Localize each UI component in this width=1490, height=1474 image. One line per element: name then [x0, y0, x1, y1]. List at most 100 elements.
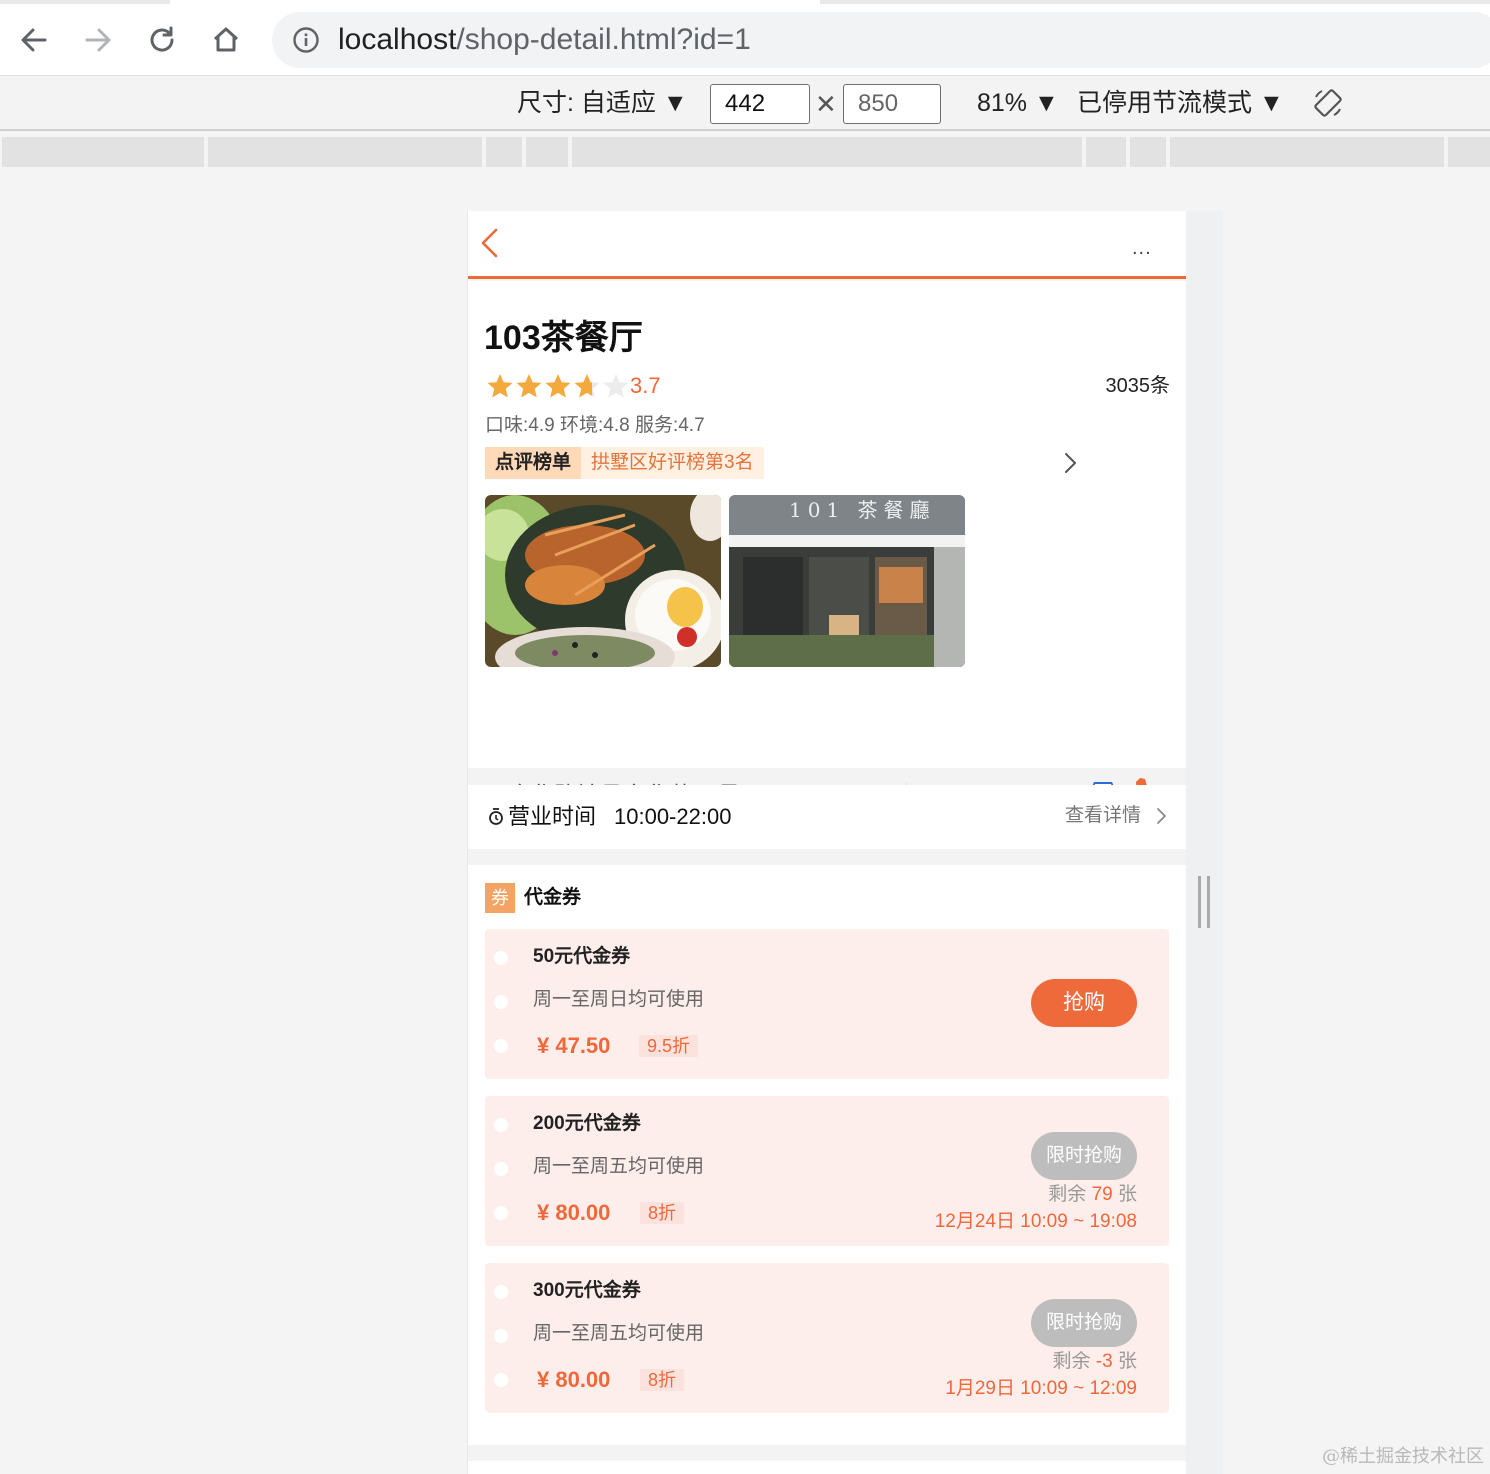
device-viewport: ... 103茶餐厅 3.7 3035条 口味:4.9 环境:4.8 服务:4.… — [467, 211, 1186, 1474]
voucher-stock: 剩余 -3 张 — [1053, 1349, 1138, 1375]
active-tab[interactable] — [170, 0, 820, 4]
star-icon — [603, 374, 629, 398]
chevron-right-icon[interactable] — [1061, 451, 1079, 475]
voucher-notch — [494, 1329, 508, 1343]
voucher-notch — [494, 951, 508, 965]
ranking-badge: 点评榜单 — [485, 447, 582, 479]
watermark: @稀土掘金技术社区 — [1322, 1446, 1484, 1467]
device-width-input[interactable]: 442 — [710, 84, 810, 124]
info-icon[interactable] — [292, 26, 320, 54]
home-icon — [213, 27, 239, 52]
url-path: /shop-detail.html?id=1 — [456, 23, 751, 56]
voucher-usage-days: 周一至周五均可使用 — [533, 1323, 705, 1344]
reload-button[interactable] — [142, 18, 182, 62]
voucher-name: 300元代金券 — [533, 1280, 641, 1301]
voucher-notch — [494, 995, 508, 1009]
star-icon — [574, 374, 600, 398]
voucher-section: 券 代金券 50元代金券 周一至周日均可使用 ¥ 47.50 9.5折 抢购 2… — [468, 865, 1186, 1445]
home-button[interactable] — [206, 18, 246, 62]
ruler-segment[interactable] — [2, 137, 204, 167]
ruler-segment[interactable] — [572, 137, 1082, 167]
storefront-photo[interactable]: 101 茶餐廳 — [729, 495, 965, 667]
chevron-right-icon[interactable] — [1155, 807, 1167, 825]
stock-prefix: 剩余 — [1052, 1351, 1091, 1372]
ruler-segment[interactable] — [1448, 137, 1490, 167]
voucher-notch — [494, 1162, 508, 1176]
review-count[interactable]: 3035条 — [1106, 371, 1171, 401]
store-sign: 101 茶餐廳 — [789, 498, 936, 522]
business-hours-card[interactable]: 营业时间 10:00-22:00 查看详情 — [468, 785, 1186, 849]
reload-icon — [150, 26, 174, 52]
app-header: ... — [468, 211, 1186, 279]
stock-suffix: 张 — [1117, 1351, 1137, 1372]
stock-suffix: 张 — [1117, 1184, 1137, 1205]
ruler-segment[interactable] — [1086, 137, 1126, 167]
next-section-card — [468, 1461, 1186, 1474]
tab-strip — [0, 0, 1490, 4]
ruler-segment[interactable] — [1170, 137, 1444, 167]
view-details-link[interactable]: 查看详情 — [1065, 801, 1141, 831]
voucher-usage-days: 周一至周五均可使用 — [533, 1156, 705, 1177]
voucher-name: 200元代金券 — [533, 1113, 641, 1134]
stock-count: -3 — [1095, 1351, 1113, 1372]
media-query-ruler — [0, 133, 1490, 167]
chevron-left-icon[interactable] — [478, 227, 502, 259]
ruler-segment[interactable] — [1130, 137, 1166, 167]
ruler-segment[interactable] — [486, 137, 522, 167]
voucher-name: 50元代金券 — [533, 946, 631, 967]
voucher-price: ¥ 47.50 — [537, 1033, 611, 1058]
device-size-dropdown[interactable]: 尺寸: 自适应 ▼ — [517, 87, 688, 119]
url-text[interactable]: localhost/shop-detail.html?id=1 — [338, 22, 751, 58]
voucher-item[interactable]: 200元代金券 周一至周五均可使用 ¥ 80.00 8折 限时抢购 剩余 79 … — [485, 1096, 1169, 1246]
ruler-segment[interactable] — [526, 137, 568, 167]
voucher-notch — [494, 1285, 508, 1299]
stock-count: 79 — [1091, 1184, 1113, 1205]
flash-sale-button[interactable]: 限时抢购 — [1031, 1132, 1137, 1180]
voucher-badge: 券 — [485, 883, 515, 913]
food-photo[interactable] — [485, 495, 721, 667]
voucher-header: 券 代金券 — [485, 883, 581, 913]
voucher-price: ¥ 80.00 — [537, 1367, 611, 1392]
viewport-resize-handle[interactable] — [1198, 876, 1210, 928]
sale-window: 12月24日 10:09 ~ 19:08 — [934, 1211, 1137, 1232]
throttle-dropdown[interactable]: 已停用节流模式 ▼ — [1077, 87, 1284, 119]
rotate-icon[interactable] — [1312, 87, 1344, 119]
device-height-input[interactable]: 850 — [843, 84, 941, 124]
viewport-scroll-gutter — [1185, 211, 1223, 1474]
clock-icon — [489, 808, 503, 825]
voucher-discount: 8折 — [640, 1202, 685, 1224]
buy-button[interactable]: 抢购 — [1031, 979, 1137, 1027]
flash-sale-button[interactable]: 限时抢购 — [1031, 1299, 1137, 1347]
star-icon — [516, 374, 542, 398]
ranking-tag[interactable]: 点评榜单 拱墅区好评榜第3名 — [485, 447, 764, 479]
voucher-item[interactable]: 300元代金券 周一至周五均可使用 ¥ 80.00 8折 限时抢购 剩余 -3 … — [485, 1263, 1169, 1413]
voucher-notch — [494, 1039, 508, 1053]
rating-score: 3.7 — [630, 373, 661, 398]
voucher-notch — [494, 1206, 508, 1220]
shop-info-card: 103茶餐厅 3.7 3035条 口味:4.9 环境:4.8 服务:4.7 点评… — [468, 281, 1186, 808]
ruler-segment[interactable] — [208, 137, 482, 167]
hours-time: 10:00-22:00 — [614, 804, 732, 829]
browser-toolbar: localhost/shop-detail.html?id=1 — [0, 0, 1490, 76]
address-bar[interactable]: localhost/shop-detail.html?id=1 — [272, 12, 1490, 68]
back-arrow-icon — [21, 28, 47, 52]
forward-arrow-icon — [85, 28, 111, 52]
hours-label: 营业时间 — [508, 804, 597, 829]
star-rating — [486, 373, 631, 399]
star-icon — [545, 374, 571, 398]
back-button[interactable] — [14, 18, 54, 62]
zoom-dropdown[interactable]: 81% ▼ — [977, 87, 1059, 119]
forward-button[interactable] — [78, 18, 118, 62]
voucher-usage-days: 周一至周日均可使用 — [533, 989, 705, 1010]
more-icon[interactable]: ... — [1132, 238, 1158, 263]
star-icon — [487, 374, 513, 398]
stock-prefix: 剩余 — [1048, 1184, 1087, 1205]
voucher-notch — [494, 1118, 508, 1132]
dimension-separator: ✕ — [815, 89, 837, 119]
sub-scores: 口味:4.9 环境:4.8 服务:4.7 — [485, 415, 705, 436]
sale-window: 1月29日 10:09 ~ 12:09 — [945, 1378, 1137, 1399]
voucher-item[interactable]: 50元代金券 周一至周日均可使用 ¥ 47.50 9.5折 抢购 — [485, 929, 1169, 1079]
url-host: localhost — [338, 23, 457, 56]
voucher-title: 代金券 — [524, 887, 582, 908]
voucher-notch — [494, 1373, 508, 1387]
